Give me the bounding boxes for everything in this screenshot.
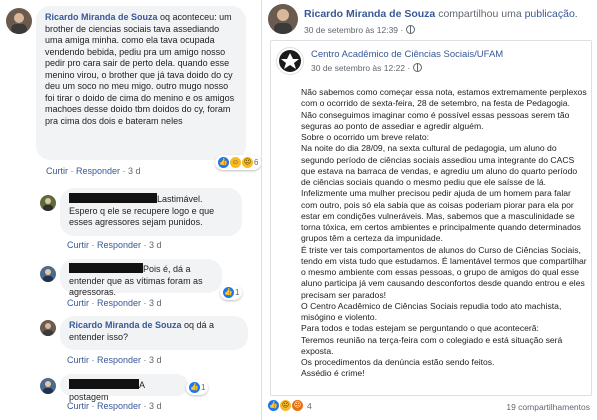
comment-actions: Curtir · Responder · 3 d xyxy=(46,166,141,176)
avatar[interactable] xyxy=(268,4,298,34)
paragraph: Sobre o ocorrido um breve relato: xyxy=(301,132,430,142)
reply-link[interactable]: Responder xyxy=(97,355,141,365)
like-icon: 👍 xyxy=(223,287,234,298)
redacted-author xyxy=(69,379,139,389)
page-logo-icon xyxy=(279,50,301,72)
redacted-author xyxy=(69,263,143,273)
reaction-summary[interactable]: 👍 ☺ ☹ 6 xyxy=(215,155,262,170)
redacted-author xyxy=(69,193,157,203)
comment-time[interactable]: 3 d xyxy=(149,240,162,250)
shared-post: Ricardo Miranda de Souza compartilhou um… xyxy=(261,0,597,420)
comment-time[interactable]: 3 d xyxy=(128,166,141,176)
avatar[interactable] xyxy=(40,266,56,282)
post-time[interactable]: 30 de setembro às 12:39 xyxy=(304,25,398,35)
reply-link[interactable]: Responder xyxy=(97,298,141,308)
post-title: Ricardo Miranda de Souza compartilhou um… xyxy=(304,8,578,20)
reaction-count: 4 xyxy=(307,400,312,411)
shared-meta: 30 de setembro às 12:22 · xyxy=(311,63,422,73)
reaction-summary[interactable]: 👍 1 xyxy=(186,380,209,395)
shared-text: Não sabemos como começar essa nota, esta… xyxy=(301,87,587,380)
comment-actions: Curtir · Responder · 3 d xyxy=(67,240,162,250)
avatar[interactable] xyxy=(6,8,32,34)
avatar-photo-icon xyxy=(43,323,53,336)
like-icon: 👍 xyxy=(189,382,200,393)
paragraph: Na noite do dia 28/09, na sexta cultural… xyxy=(301,143,578,187)
paragraph: Teremos reunião na terça-feira com o col… xyxy=(301,334,563,356)
avatar-photo-icon xyxy=(11,13,27,34)
comment-bubble: Pois é, dá a entender que as vítimas for… xyxy=(60,259,222,297)
like-link[interactable]: Curtir xyxy=(67,298,89,308)
like-link[interactable]: Curtir xyxy=(46,166,68,176)
sad-icon: ☹ xyxy=(280,400,291,411)
avatar-photo-icon xyxy=(43,198,53,211)
post-action-text: compartilhou uma xyxy=(435,8,525,20)
reaction-count: 1 xyxy=(235,288,240,297)
avatar-photo-icon xyxy=(274,9,292,34)
avatar[interactable] xyxy=(40,195,56,211)
comments-panel: Ricardo Miranda de Souza oq aconteceu: u… xyxy=(0,0,262,420)
angry-icon: ☹ xyxy=(292,400,303,411)
page-avatar[interactable] xyxy=(276,47,304,75)
paragraph: Não sabemos como começar essa nota, esta… xyxy=(301,87,587,131)
reaction-count: 1 xyxy=(201,383,206,392)
comment-bubble: A postagem xyxy=(60,374,188,402)
paragraph: É triste ver tais comportamentos de alun… xyxy=(301,244,587,300)
comment-time[interactable]: 3 d xyxy=(149,401,162,411)
globe-icon xyxy=(412,63,422,72)
reaction-count: 6 xyxy=(254,158,259,167)
avatar-photo-icon xyxy=(43,381,53,394)
haha-icon: ☺ xyxy=(230,157,241,168)
like-icon: 👍 xyxy=(268,400,279,411)
globe-icon xyxy=(405,25,415,34)
post-meta: 30 de setembro às 12:39 · xyxy=(304,25,415,35)
like-link[interactable]: Curtir xyxy=(67,240,89,250)
post-footer: 👍 ☹ ☹ 4 19 compartilhamentos xyxy=(268,400,594,414)
shared-time[interactable]: 30 de setembro às 12:22 xyxy=(311,63,405,73)
paragraph: Para todos e todas estejam se perguntand… xyxy=(301,323,539,334)
like-link[interactable]: Curtir xyxy=(67,355,89,365)
paragraph: Os procedimentos da denúncia estão sendo… xyxy=(301,357,495,367)
avatar-photo-icon xyxy=(43,269,53,282)
shared-page-name[interactable]: Centro Acadêmico de Ciências Sociais/UFA… xyxy=(311,49,503,60)
comment-actions: Curtir · Responder · 3 d xyxy=(67,401,162,411)
paragraph: Assédio é crime! xyxy=(301,368,365,379)
post-reactions[interactable]: 👍 ☹ ☹ 4 xyxy=(268,400,312,411)
share-count[interactable]: 19 compartilhamentos xyxy=(506,402,590,412)
reaction-summary[interactable]: 👍 1 xyxy=(220,285,243,300)
comment-time[interactable]: 3 d xyxy=(149,355,162,365)
comment-actions: Curtir · Responder · 3 d xyxy=(67,298,162,308)
post-author[interactable]: Ricardo Miranda de Souza xyxy=(304,8,435,20)
comment-bubble: Ricardo Miranda de Souza oq aconteceu: u… xyxy=(36,6,246,160)
avatar[interactable] xyxy=(40,320,56,336)
comment-actions: Curtir · Responder · 3 d xyxy=(67,355,162,365)
paragraph: O Centro Acadêmico de Ciências Sociais r… xyxy=(301,300,562,322)
comment-text: oq aconteceu: um brother de ciencias soc… xyxy=(45,12,235,126)
like-icon: 👍 xyxy=(218,157,229,168)
reply-link[interactable]: Responder xyxy=(76,166,120,176)
reply-link[interactable]: Responder xyxy=(97,401,141,411)
like-link[interactable]: Curtir xyxy=(67,401,89,411)
avatar[interactable] xyxy=(40,378,56,394)
reply-link[interactable]: Responder xyxy=(97,240,141,250)
shared-content: Centro Acadêmico de Ciências Sociais/UFA… xyxy=(270,40,592,396)
paragraph: Infelizmente uma mulher precisou pedir a… xyxy=(301,188,581,244)
comment-author[interactable]: Ricardo Miranda de Souza xyxy=(45,12,158,22)
comment-bubble: Ricardo Miranda de Souza oq dá a entende… xyxy=(60,316,248,350)
comment-bubble: Lastimável. Espero q ele se recupere log… xyxy=(60,188,242,236)
post-action-link[interactable]: publicação xyxy=(525,8,575,20)
sad-icon: ☹ xyxy=(242,157,253,168)
comment-author[interactable]: Ricardo Miranda de Souza xyxy=(69,320,182,330)
comment-time[interactable]: 3 d xyxy=(149,298,162,308)
